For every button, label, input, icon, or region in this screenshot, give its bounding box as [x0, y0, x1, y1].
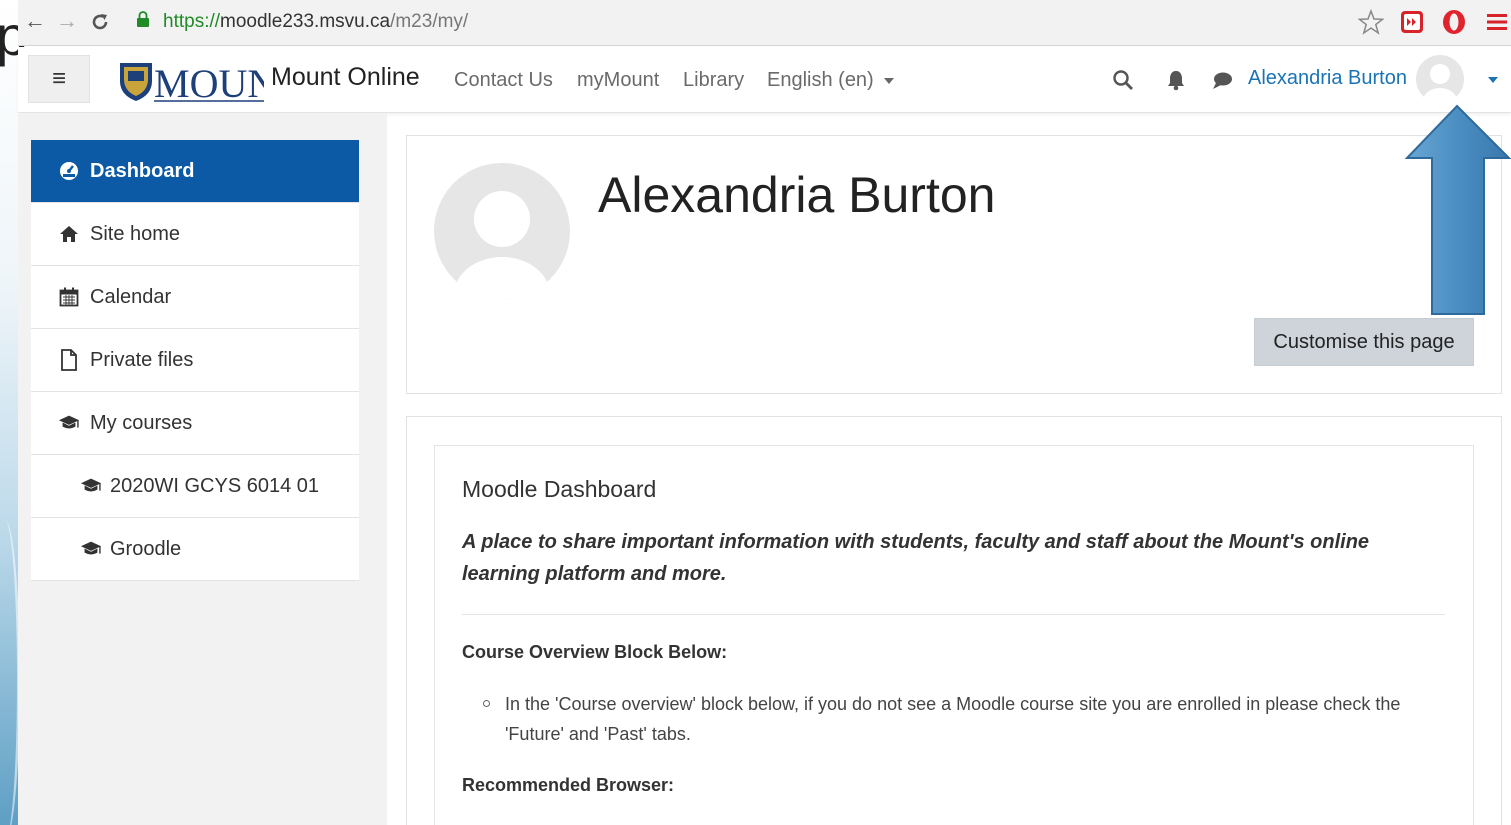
drawer-item-site-home[interactable]: Site home [31, 203, 359, 266]
nav-link-mymount[interactable]: myMount [577, 69, 659, 92]
recommended-browser-heading: Recommended Browser: [462, 775, 675, 795]
logo-mark: MOUNT [154, 61, 264, 103]
chevron-down-icon [883, 77, 894, 84]
drawer-item-calendar[interactable]: Calendar [31, 266, 359, 329]
drawer-item-private-files[interactable]: Private files [31, 329, 359, 392]
graduation-cap-icon [80, 538, 102, 560]
drawer-item-label: Private files [90, 348, 194, 371]
hamburger-icon: ≡ [51, 65, 66, 92]
page-title: Alexandria Burton [598, 167, 996, 223]
drawer-item-groodle[interactable]: Groodle [31, 518, 359, 581]
nav-drawer: Dashboard Site home Calendar Private fil… [18, 114, 387, 825]
drawer-item-label: Site home [90, 222, 181, 245]
language-label: English (en) [767, 69, 874, 91]
language-menu[interactable]: English (en) [767, 69, 894, 92]
lock-icon [137, 11, 149, 27]
site-navbar: ≡ MOUNT Mount Online Contact Us myMount … [18, 47, 1511, 113]
notification-bell-icon[interactable] [1165, 69, 1187, 91]
drawer-item-course-gcys[interactable]: 2020WI GCYS 6014 01 [31, 455, 359, 518]
block-intro-text: A place to share important information w… [462, 531, 1370, 585]
url-path: /m23/my/ [390, 11, 469, 32]
html-block: Moodle Dashboard A place to share import… [434, 445, 1474, 825]
page-header-card: Alexandria Burton Customise this page [406, 135, 1502, 394]
screenshot-frame: p ← → https://moodle233.msvu.ca/m23/my/ [0, 0, 1511, 825]
reload-icon[interactable] [90, 12, 110, 32]
bullet-marker [483, 700, 490, 707]
block-title: Moodle Dashboard [462, 476, 657, 502]
dashboard-icon [58, 160, 80, 182]
user-menu-name[interactable]: Alexandria Burton [1248, 67, 1407, 90]
course-overview-note: In the 'Course overview' block below, if… [505, 694, 1401, 744]
extension-media-icon[interactable] [1399, 9, 1425, 35]
profile-avatar [434, 163, 570, 299]
dashboard-block-card: Moodle Dashboard A place to share import… [406, 416, 1502, 825]
drawer-item-label: 2020WI GCYS 6014 01 [110, 474, 320, 497]
nav-link-contact[interactable]: Contact Us [454, 69, 553, 92]
url-host: moodle233.msvu.ca [220, 11, 391, 32]
slide-edge-decoration [0, 0, 20, 825]
site-name[interactable]: Mount Online [271, 63, 420, 92]
bookmark-star-icon[interactable] [1358, 9, 1384, 35]
file-icon [58, 349, 80, 371]
customise-page-button[interactable]: Customise this page [1254, 318, 1474, 366]
mount-logo[interactable]: MOUNT [118, 57, 264, 103]
address-bar[interactable]: https://moodle233.msvu.ca/m23/my/ [163, 11, 468, 33]
home-icon [58, 223, 80, 245]
url-scheme: https:// [163, 11, 221, 32]
drawer-item-my-courses[interactable]: My courses [31, 392, 359, 455]
opera-icon[interactable] [1441, 9, 1467, 35]
drawer-item-label: My courses [90, 411, 193, 434]
browser-toolbar: ← → https://moodle233.msvu.ca/m23/my/ [18, 0, 1511, 46]
browser-menu-icon[interactable] [1484, 9, 1510, 35]
drawer-list: Dashboard Site home Calendar Private fil… [31, 140, 359, 581]
drawer-item-label: Groodle [110, 537, 182, 560]
drawer-item-dashboard[interactable]: Dashboard [31, 140, 359, 203]
calendar-icon [58, 286, 80, 308]
course-overview-heading: Course Overview Block Below: [462, 642, 728, 662]
messages-icon[interactable] [1211, 69, 1233, 91]
user-avatar[interactable] [1416, 55, 1464, 103]
drawer-item-label: Dashboard [90, 159, 195, 182]
graduation-cap-icon [80, 475, 102, 497]
search-icon[interactable] [1112, 69, 1134, 91]
divider [462, 614, 1445, 615]
forward-arrow-icon[interactable]: → [56, 10, 78, 32]
graduation-cap-icon [58, 412, 80, 434]
drawer-item-label: Calendar [90, 285, 172, 308]
nav-link-library[interactable]: Library [683, 69, 744, 92]
annotation-up-arrow [1404, 104, 1511, 315]
user-menu-chevron-icon[interactable] [1488, 77, 1498, 83]
drawer-toggle-button[interactable]: ≡ [28, 55, 90, 103]
back-arrow-icon[interactable]: ← [24, 10, 46, 32]
